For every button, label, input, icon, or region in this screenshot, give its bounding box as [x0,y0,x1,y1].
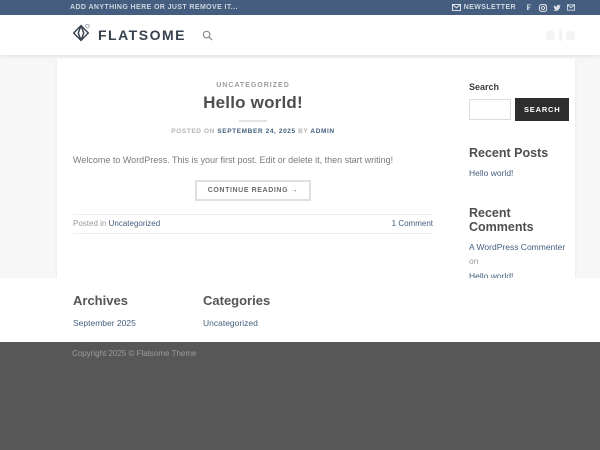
search-icon[interactable] [202,30,213,41]
posted-in-category-link[interactable]: Uncategorized [109,219,161,228]
header-secondary-controls [546,29,575,41]
sidebar-search-button[interactable]: SEARCH [515,98,569,121]
commenter-link[interactable]: A WordPress Commenter [469,242,565,252]
by-label: BY [298,128,308,135]
facebook-icon[interactable]: f [525,4,533,12]
faint-control-divider [559,29,562,41]
envelope-icon [452,4,461,11]
recent-comment-item: A WordPress Commenter on Hello world! [469,240,573,283]
email-icon[interactable] [567,4,575,12]
title-divider [239,120,267,122]
categories-widget: Categories Uncategorized [203,293,333,342]
comment-connector: on [469,256,478,266]
logo-text: FLATSOME [98,27,186,43]
site-logo[interactable]: FLATSOME [70,22,186,49]
newsletter-label: Newsletter [464,4,516,11]
site-header: FLATSOME [0,15,600,55]
posted-in: Posted in Uncategorized [73,219,160,228]
archives-widget: Archives September 2025 [73,293,203,342]
comments-link[interactable]: 1 Comment [392,219,433,228]
post-date-link[interactable]: SEPTEMBER 24, 2025 [217,128,295,135]
copyright-text: Copyright 2025 © Flatsome Theme [72,349,196,358]
faint-control-left [546,31,555,40]
archives-title: Archives [73,293,203,308]
twitter-icon[interactable] [553,4,561,12]
search-widget-label: Search [469,82,573,92]
post-author-link[interactable]: ADMIN [310,128,334,135]
post-category-label[interactable]: UNCATEGORIZED [73,82,433,89]
posted-on-label: POSTED ON [171,128,215,135]
post-excerpt: Welcome to WordPress. This is your first… [73,154,433,167]
topbar-message: ADD ANYTHING HERE OR JUST REMOVE IT... [70,4,238,11]
archive-month-link[interactable]: September 2025 [73,318,136,328]
categories-title: Categories [203,293,333,308]
post-title[interactable]: Hello world! [73,93,433,113]
flatsome-gem-icon [70,22,92,49]
newsletter-link[interactable]: Newsletter [452,4,516,11]
recent-post-link[interactable]: Hello world! [469,168,513,178]
blog-post: UNCATEGORIZED Hello world! POSTED ON SEP… [57,58,433,278]
sidebar: Search SEARCH Recent Posts Hello world! … [469,58,573,278]
posted-in-label: Posted in [73,219,106,228]
search-widget: SEARCH [469,98,573,121]
faint-control-right [566,31,575,40]
recent-posts-title: Recent Posts [469,146,573,160]
topbar: ADD ANYTHING HERE OR JUST REMOVE IT... N… [0,0,600,15]
post-meta: POSTED ON SEPTEMBER 24, 2025 BY ADMIN [73,128,433,135]
instagram-icon[interactable] [539,4,547,12]
recent-comments-title: Recent Comments [469,206,573,234]
content-card: UNCATEGORIZED Hello world! POSTED ON SEP… [57,58,575,278]
sidebar-search-input[interactable] [469,99,511,120]
footer-widgets: Archives September 2025 Categories Uncat… [0,278,600,342]
post-footer-row: Posted in Uncategorized 1 Comment [73,214,433,234]
category-link[interactable]: Uncategorized [203,318,258,328]
page-background: UNCATEGORIZED Hello world! POSTED ON SEP… [0,55,600,278]
continue-reading-button[interactable]: CONTINUE READING → [195,180,312,201]
absolute-footer: Copyright 2025 © Flatsome Theme [0,342,600,450]
